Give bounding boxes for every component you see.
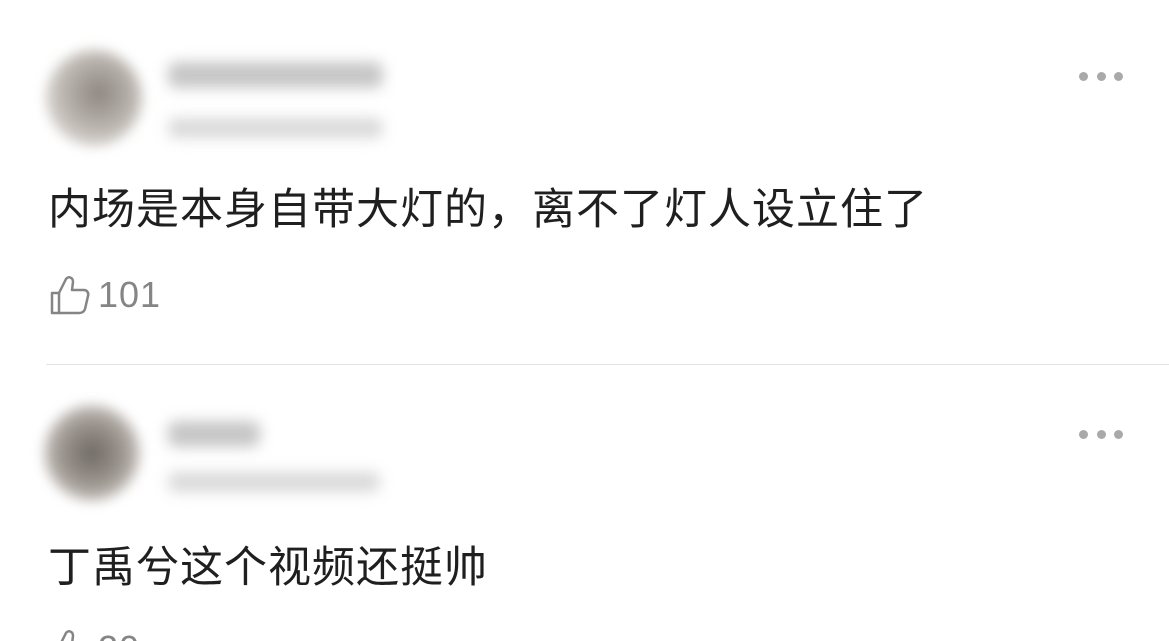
more-options-button[interactable] bbox=[1079, 71, 1123, 81]
more-icon bbox=[1079, 429, 1088, 439]
more-icon-dot bbox=[1096, 429, 1106, 439]
thumbs-up-icon bbox=[50, 276, 90, 315]
like-button[interactable]: 20 bbox=[48, 627, 140, 641]
comment-item: 内场是本身自带大灯的，离不了灯人设立住了 101 bbox=[0, 0, 1169, 364]
username-blurred[interactable] bbox=[168, 62, 383, 88]
more-icon-dot bbox=[1114, 429, 1123, 439]
more-icon-dot bbox=[1096, 71, 1106, 81]
more-options-button[interactable] bbox=[1079, 429, 1123, 439]
comment-text: 内场是本身自带大灯的，离不了灯人设立住了 bbox=[48, 185, 928, 235]
avatar[interactable] bbox=[44, 405, 140, 501]
like-button[interactable]: 101 bbox=[48, 273, 161, 317]
comment-meta-blurred bbox=[168, 118, 383, 138]
more-icon bbox=[1079, 71, 1088, 81]
thumbs-up-icon bbox=[60, 630, 75, 641]
more-icon-dot bbox=[1114, 71, 1123, 81]
comment-item: 丁禹兮这个视频还挺帅 20 bbox=[0, 365, 1169, 641]
username-blurred[interactable] bbox=[168, 421, 260, 447]
avatar[interactable] bbox=[46, 50, 142, 146]
comment-meta-blurred bbox=[168, 472, 380, 492]
like-count: 101 bbox=[98, 274, 162, 315]
comment-text: 丁禹兮这个视频还挺帅 bbox=[48, 543, 488, 593]
like-count: 20 bbox=[98, 628, 140, 641]
